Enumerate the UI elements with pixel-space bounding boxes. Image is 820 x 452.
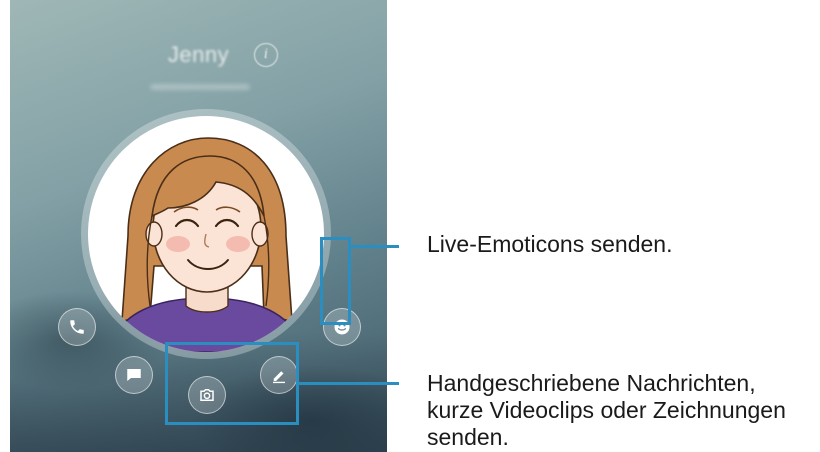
annotation-handwriting-line3: senden. xyxy=(427,424,509,450)
emoticon-leader-line xyxy=(351,245,399,248)
avatar xyxy=(88,116,324,352)
phone-icon xyxy=(70,320,84,334)
contact-name: Jenny xyxy=(167,42,230,67)
annotation-emoticons: Live-Emoticons senden. xyxy=(427,231,673,257)
annotation-handwriting-line1: Handgeschriebene Nachrichten, xyxy=(427,370,756,396)
info-icon[interactable]: i xyxy=(254,43,278,67)
avatar-illustration xyxy=(107,137,305,352)
message-button[interactable] xyxy=(115,356,153,394)
handwriting-leader-line xyxy=(299,382,399,385)
message-icon xyxy=(127,369,141,381)
annotation-handwriting-line2: kurze Videoclips oder Zeichnungen xyxy=(427,397,786,423)
handwriting-highlight xyxy=(165,342,299,425)
emoticon-highlight xyxy=(320,237,351,325)
call-status-text xyxy=(150,84,250,90)
call-button[interactable] xyxy=(58,308,96,346)
